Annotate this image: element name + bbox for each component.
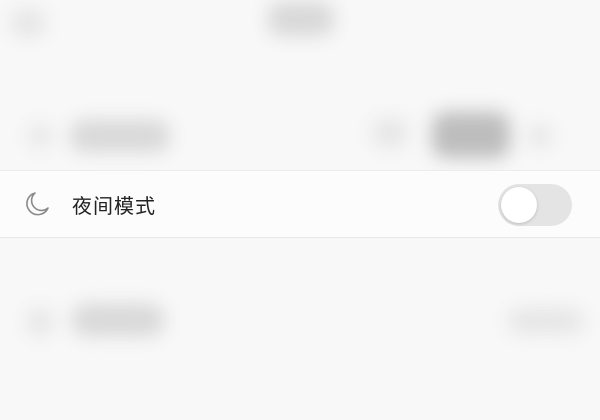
blurred-icon-top-left (10, 8, 46, 38)
night-mode-label: 夜间模式 (72, 193, 156, 218)
blurred-icon-row-4 (26, 308, 54, 336)
blurred-icon-row-2 (28, 124, 52, 148)
settings-screen: 夜间模式 (0, 0, 600, 420)
blurred-value-row-2 (432, 112, 510, 158)
blurred-label-row-2 (70, 120, 170, 152)
night-mode-toggle[interactable] (498, 184, 572, 226)
blurred-value-row-4 (508, 308, 584, 334)
setting-row-night-mode: 夜间模式 (0, 170, 600, 238)
moon-icon (22, 189, 52, 219)
blurred-title-top (268, 2, 334, 36)
blurred-element-row-2 (372, 118, 408, 148)
blurred-chevron-row-2 (528, 124, 552, 148)
blurred-label-row-4 (72, 304, 164, 336)
toggle-knob[interactable] (501, 187, 537, 223)
